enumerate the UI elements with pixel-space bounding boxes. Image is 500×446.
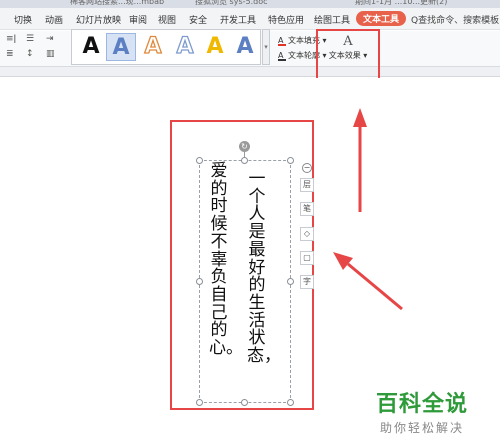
watermark-subtitle: 助你轻松解决: [380, 421, 465, 435]
watermark-logo: 百科全说 助你轻松解决: [376, 386, 468, 436]
arrow-up-head: [353, 108, 367, 127]
annotation-arrows: [333, 108, 403, 311]
watermark-title: 百科全说: [376, 392, 469, 417]
arrow-left-line: [347, 262, 403, 311]
